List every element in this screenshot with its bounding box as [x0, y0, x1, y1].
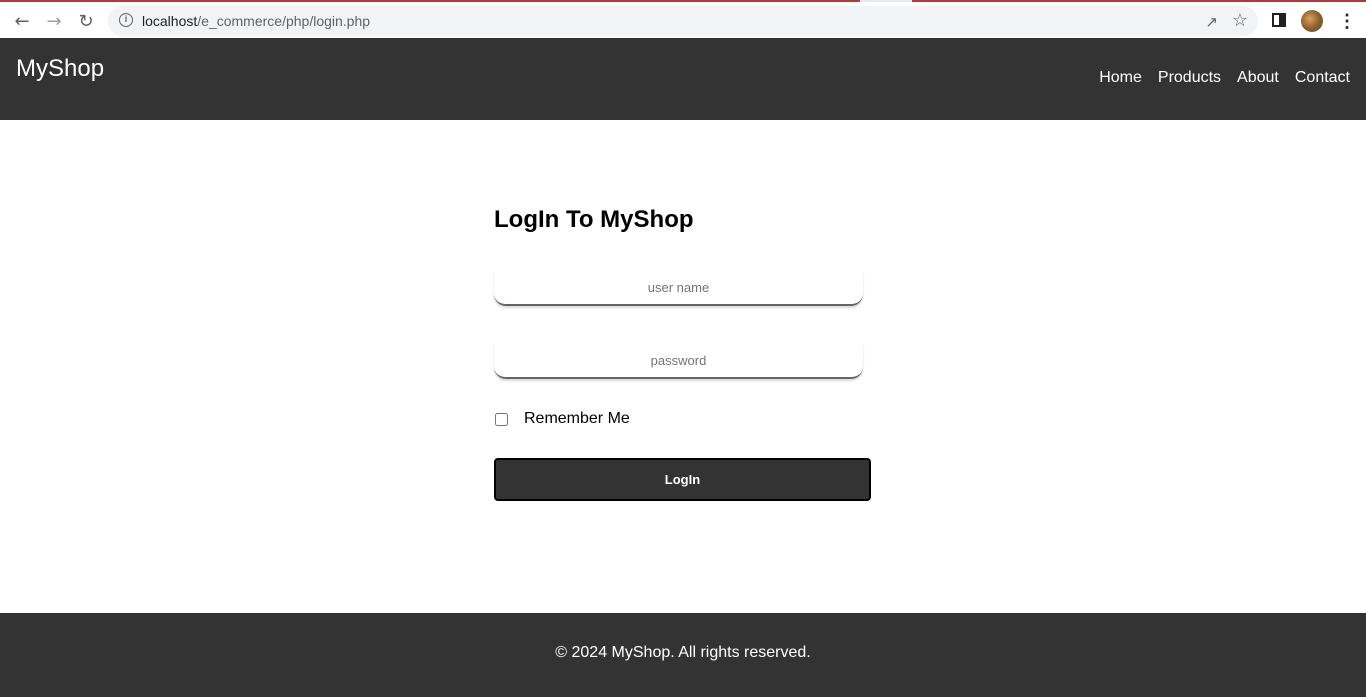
nav-about-link[interactable]: About [1237, 69, 1279, 87]
remember-me-label: Remember Me [524, 410, 630, 427]
site-footer: © 2024 MyShop. All rights reserved. [0, 613, 1366, 697]
info-icon[interactable]: i [119, 13, 133, 27]
side-panel-icon[interactable] [1272, 13, 1286, 27]
share-icon[interactable]: ↗ [1205, 13, 1218, 31]
copyright-text: © 2024 MyShop. All rights reserved. [555, 644, 811, 661]
password-input[interactable] [494, 343, 863, 379]
remember-me-checkbox[interactable] [495, 412, 508, 426]
tab-strip-edge [0, 0, 860, 2]
star-icon[interactable]: ☆ [1232, 10, 1248, 31]
login-form: LogIn To MyShop Remember Me LogIn [494, 206, 871, 501]
page-title: LogIn To MyShop [494, 206, 694, 233]
forward-icon[interactable]: → [43, 10, 65, 32]
url-text[interactable]: localhost/e_commerce/php/login.php [142, 13, 370, 29]
browser-toolbar: ← → ↻ i localhost/e_commerce/php/login.p… [0, 0, 1366, 38]
username-input[interactable] [494, 270, 863, 306]
remember-me[interactable]: Remember Me [494, 410, 630, 428]
nav-products-link[interactable]: Products [1158, 69, 1221, 87]
tab-strip-edge [912, 0, 1366, 2]
nav-home-link[interactable]: Home [1099, 69, 1142, 87]
main-nav: Home Products About Contact [1099, 69, 1350, 87]
reload-icon[interactable]: ↻ [75, 10, 97, 32]
back-icon[interactable]: ← [11, 10, 33, 32]
site-header: MyShop Home Products About Contact [0, 38, 1366, 120]
login-button[interactable]: LogIn [494, 458, 871, 501]
brand-logo[interactable]: MyShop [16, 55, 104, 83]
kebab-menu-icon[interactable]: ⋮ [1338, 10, 1356, 32]
address-bar[interactable]: i localhost/e_commerce/php/login.php ↗ ☆ [108, 6, 1258, 36]
avatar[interactable] [1301, 10, 1323, 32]
nav-contact-link[interactable]: Contact [1295, 69, 1350, 87]
url-path: /e_commerce/php/login.php [197, 13, 371, 29]
url-host: localhost [142, 13, 198, 29]
